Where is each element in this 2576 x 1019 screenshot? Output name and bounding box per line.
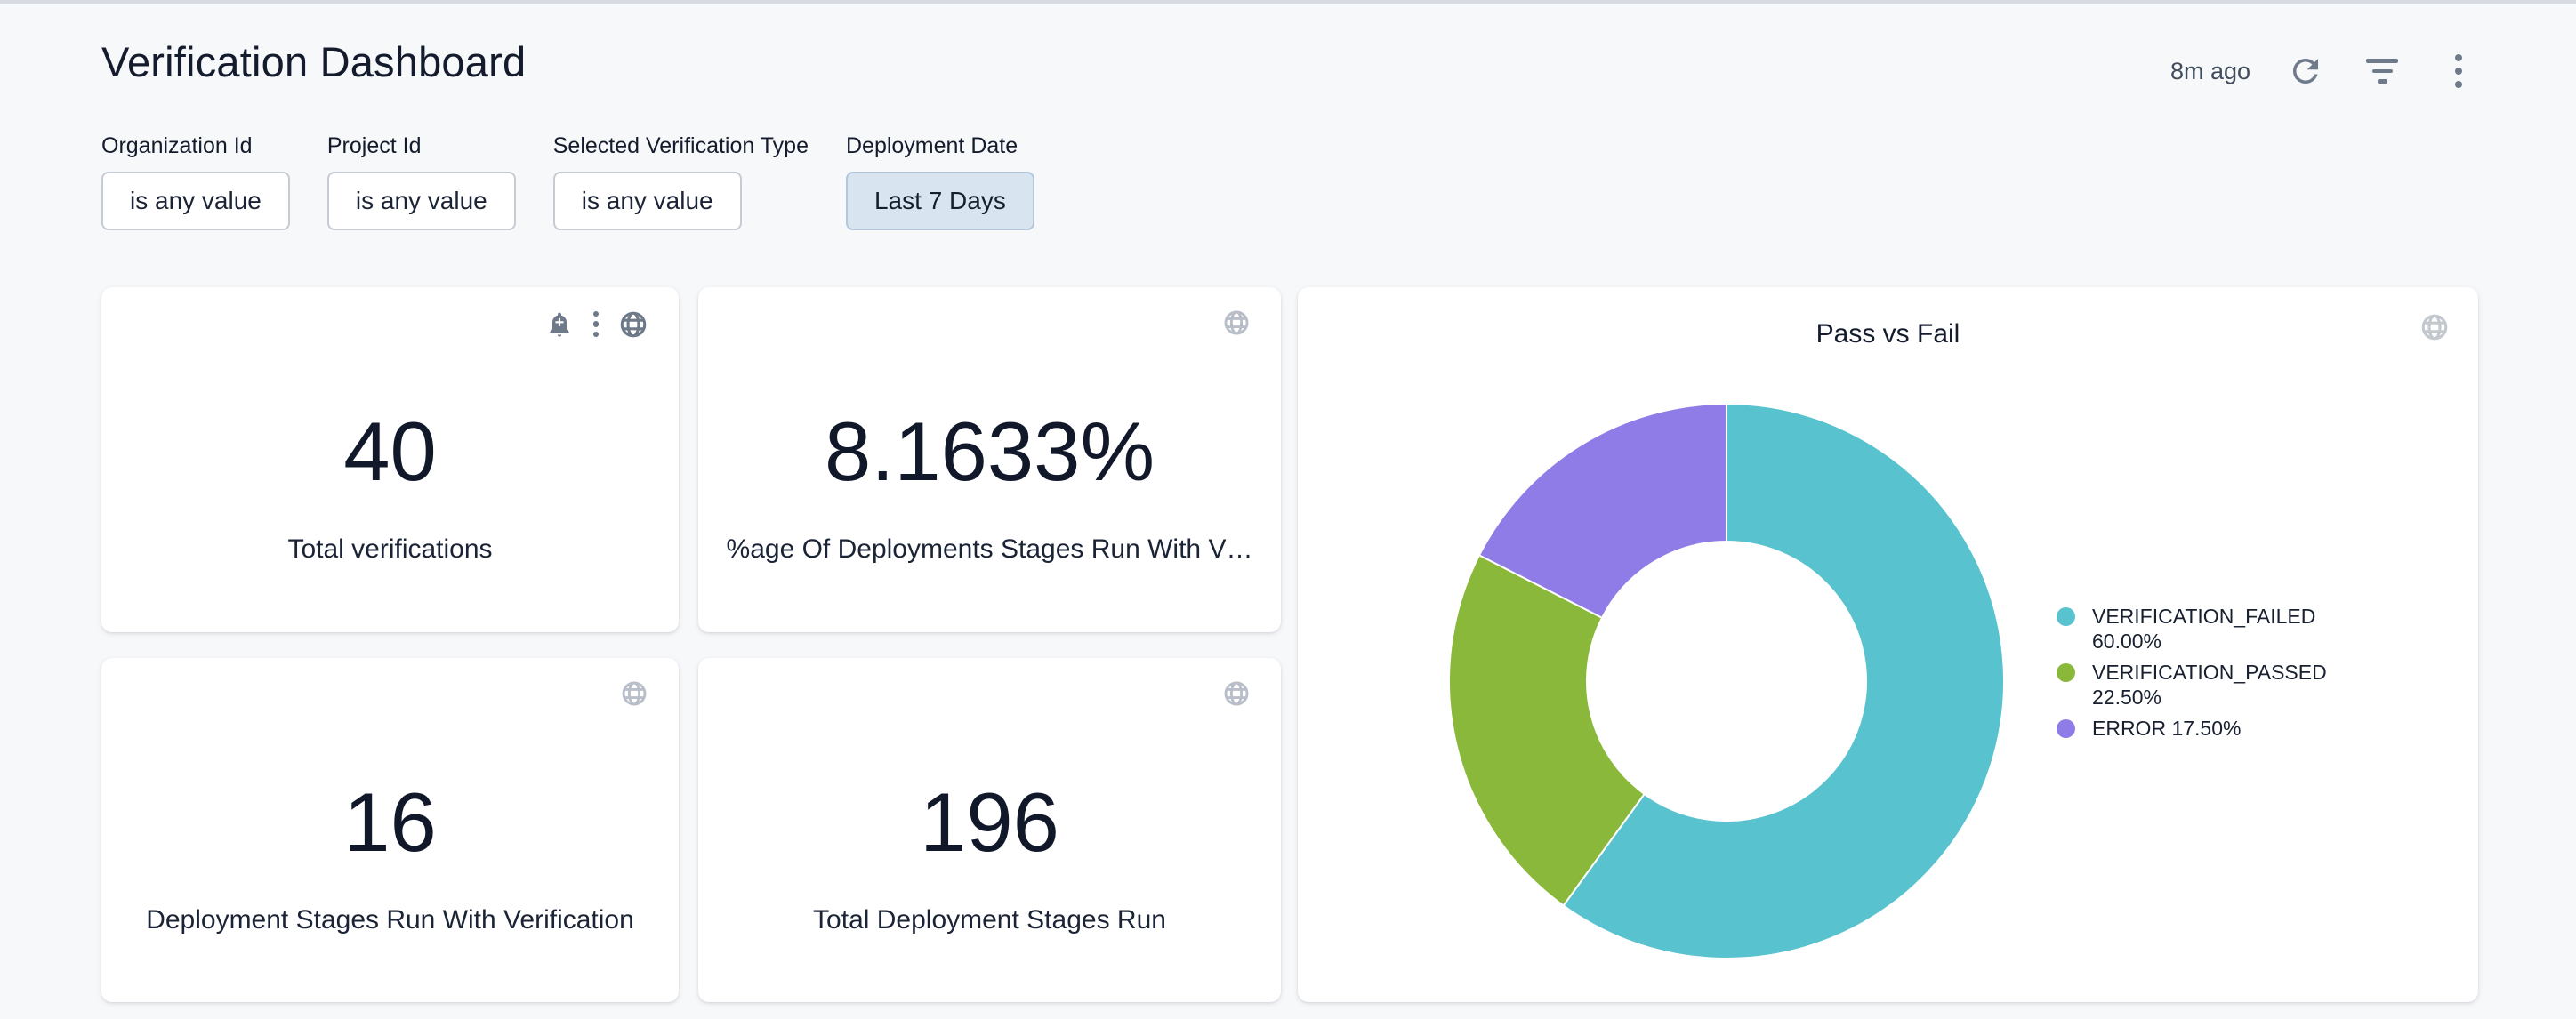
filter-label: Organization Id [101,133,290,159]
tile-total-stages-run: 196 Total Deployment Stages Run [698,658,1281,1002]
tile-pass-vs-fail-chart: Pass vs Fail VERIFICATION_FAILED 60.00%V… [1298,287,2478,1002]
chart-title: Pass vs Fail [1298,319,2478,349]
filter-icon [2366,56,2398,87]
filter-label: Project Id [327,133,516,159]
legend-item-verification_passed[interactable]: VERIFICATION_PASSED 22.50% [2057,660,2352,710]
donut-chart-area [1446,401,2007,961]
legend-label: VERIFICATION_PASSED 22.50% [2092,660,2352,710]
tile-label: Total Deployment Stages Run [813,905,1166,935]
globe-icon [618,309,648,340]
globe-icon [620,679,648,708]
tile-label: %age Of Deployments Stages Run With V… [727,534,1253,564]
bell-plus-icon [545,310,574,339]
filter-label: Deployment Date [846,133,1034,159]
tile-value: 16 [343,781,437,864]
explore-from-here-button[interactable] [1222,679,1251,708]
legend-swatch [2057,663,2075,682]
tile-percent-stages-with-verification: 8.1633% %age Of Deployments Stages Run W… [698,287,1281,632]
tile-label: Total verifications [287,534,492,564]
refresh-button[interactable] [2282,50,2329,92]
chart-legend: VERIFICATION_FAILED 60.00% VERIFICATION_P… [2057,604,2352,741]
legend-item-error[interactable]: ERROR 17.50% [2057,716,2352,741]
dashboard-header-actions: 8m ago [2170,50,2482,92]
globe-icon [1222,309,1251,337]
tile-more-button[interactable] [593,309,600,340]
refresh-icon [2287,52,2324,90]
legend-swatch [2057,607,2075,626]
legend-label: VERIFICATION_FAILED 60.00% [2092,604,2352,654]
legend-item-verification_failed[interactable]: VERIFICATION_FAILED 60.00% [2057,604,2352,654]
filter-value-button[interactable]: is any value [101,172,290,230]
filter-label: Selected Verification Type [553,133,809,159]
page-title: Verification Dashboard [101,37,526,86]
legend-label: ERROR 17.50% [2092,716,2241,741]
filter-value-button[interactable]: Last 7 Days [846,172,1034,230]
filter-organization-id: Organization Id is any value [101,133,290,230]
explore-from-here-button[interactable] [618,309,648,340]
dashboard-more-button[interactable] [2435,50,2482,92]
filter-deployment-date: Deployment Date Last 7 Days [846,133,1034,230]
filter-value-button[interactable]: is any value [327,172,516,230]
more-vert-icon [593,309,600,340]
legend-swatch [2057,719,2075,738]
last-refreshed-text: 8m ago [2170,58,2250,85]
tile-label: Deployment Stages Run With Verification [146,905,634,935]
tile-value: 8.1633% [825,410,1155,493]
top-border-strip [0,0,2576,4]
donut-chart[interactable] [1446,401,2007,961]
filter-project-id: Project Id is any value [327,133,516,230]
tile-total-verifications: 40 Total verifications [101,287,679,632]
filter-selected-verification-type: Selected Verification Type is any value [553,133,809,230]
globe-icon [1222,679,1251,708]
filter-bar: Organization Id is any value Project Id … [101,133,1034,230]
dashboard-filters-button[interactable] [2359,50,2405,92]
more-vert-icon [2455,52,2462,92]
explore-from-here-button[interactable] [2419,312,2450,342]
explore-from-here-button[interactable] [620,679,648,708]
add-alert-button[interactable] [545,310,574,339]
explore-from-here-button[interactable] [1222,309,1251,337]
tile-value: 196 [920,781,1059,864]
globe-icon [2419,312,2450,342]
filter-value-button[interactable]: is any value [553,172,742,230]
tile-value: 40 [343,410,437,493]
tile-stages-run-with-verification: 16 Deployment Stages Run With Verificati… [101,658,679,1002]
